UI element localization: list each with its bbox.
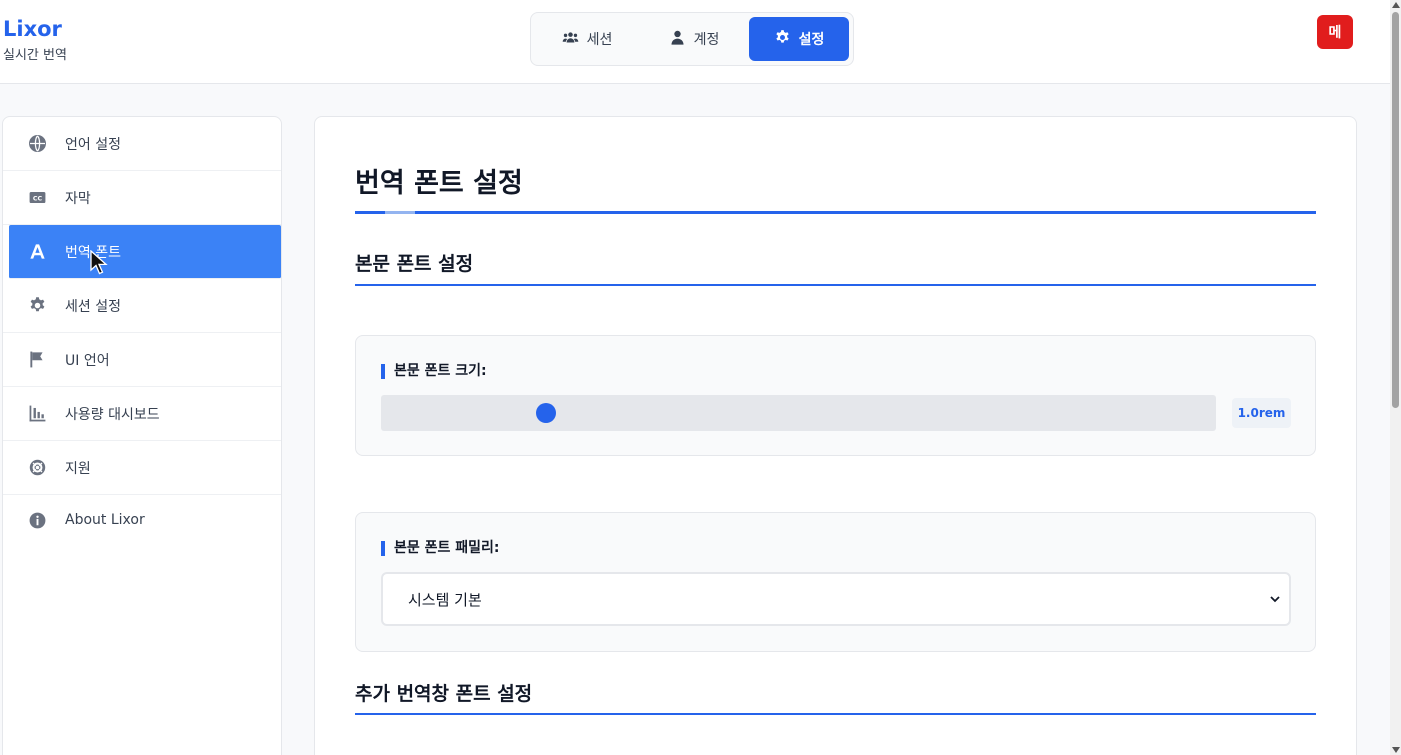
avatar[interactable]: 메 <box>1317 15 1353 49</box>
title-divider <box>355 211 1316 214</box>
font-size-card: 본문 폰트 크기: 1.0rem <box>355 335 1316 456</box>
sidebar-item-label: 세션 설정 <box>65 298 121 315</box>
flag-icon <box>26 349 48 371</box>
font-size-slider[interactable] <box>381 395 1216 431</box>
top-nav: 세션 계정 설정 <box>530 12 854 66</box>
gear-icon <box>26 295 48 317</box>
sidebar-item-label: 자막 <box>65 190 91 207</box>
lifebuoy-icon <box>26 457 48 479</box>
font-icon <box>26 241 48 263</box>
sidebar-item-label: About Lixor <box>65 512 145 528</box>
sidebar-item-session-settings[interactable]: 세션 설정 <box>3 279 281 333</box>
section-divider <box>355 713 1316 715</box>
font-family-selected-value: 시스템 기본 <box>408 590 482 609</box>
tab-account[interactable]: 계정 <box>639 17 749 61</box>
brand-name: Lixor <box>3 17 62 41</box>
section-title-body-font: 본문 폰트 설정 <box>355 253 474 275</box>
sidebar-item-about[interactable]: About Lixor <box>3 495 281 545</box>
settings-panel: 번역 폰트 설정 본문 폰트 설정 본문 폰트 크기: 1.0rem 본문 폰트… <box>314 116 1357 755</box>
page-title: 번역 폰트 설정 <box>355 168 523 199</box>
font-family-label: 본문 폰트 패밀리: <box>381 541 500 556</box>
font-family-card: 본문 폰트 패밀리: 시스템 기본 <box>355 512 1316 652</box>
sidebar-item-translation-font[interactable]: 번역 폰트 <box>9 225 281 279</box>
sidebar-item-label: UI 언어 <box>65 352 110 369</box>
users-icon <box>562 29 579 50</box>
sidebar-item-language[interactable]: 언어 설정 <box>3 117 281 171</box>
svg-text:CC: CC <box>32 195 42 202</box>
font-size-value: 1.0rem <box>1232 398 1291 428</box>
sidebar-item-ui-language[interactable]: UI 언어 <box>3 333 281 387</box>
scroll-up-arrow-icon[interactable] <box>1392 2 1400 8</box>
tab-sessions-label: 세션 <box>586 32 613 48</box>
sidebar-item-usage-dashboard[interactable]: 사용량 대시보드 <box>3 387 281 441</box>
scrollbar-thumb[interactable] <box>1392 12 1399 408</box>
info-icon <box>26 509 48 531</box>
sidebar-item-subtitles[interactable]: CC 자막 <box>3 171 281 225</box>
settings-sidebar: 언어 설정 CC 자막 번역 폰트 세션 설정 UI 언어 사용량 대시보드 지… <box>2 116 282 755</box>
section-title-extra-font: 추가 번역창 폰트 설정 <box>355 683 533 705</box>
tab-sessions[interactable]: 세션 <box>535 17 639 61</box>
closed-caption-icon: CC <box>26 187 48 209</box>
brand-subtitle: 실시간 번역 <box>3 48 67 63</box>
tab-settings-label: 설정 <box>798 32 825 48</box>
page-scrollbar[interactable] <box>1390 0 1401 755</box>
sidebar-item-label: 지원 <box>65 460 91 477</box>
user-icon <box>669 29 686 50</box>
tab-settings[interactable]: 설정 <box>749 17 849 61</box>
tab-account-label: 계정 <box>693 32 720 48</box>
bar-chart-icon <box>26 403 48 425</box>
chevron-down-icon <box>1270 596 1280 603</box>
font-family-select[interactable]: 시스템 기본 <box>381 572 1291 626</box>
mouse-cursor-icon <box>90 250 108 275</box>
section-divider <box>355 284 1316 286</box>
sidebar-item-label: 사용량 대시보드 <box>65 406 160 423</box>
app-header: Lixor 실시간 번역 세션 계정 설정 메 <box>0 0 1390 84</box>
scroll-down-arrow-icon[interactable] <box>1392 747 1400 753</box>
brand[interactable]: Lixor 실시간 번역 <box>3 16 67 63</box>
gear-icon <box>774 29 791 50</box>
sidebar-item-support[interactable]: 지원 <box>3 441 281 495</box>
font-size-label: 본문 폰트 크기: <box>381 364 487 379</box>
globe-icon <box>26 133 48 155</box>
sidebar-item-label: 언어 설정 <box>65 136 121 153</box>
font-size-slider-thumb[interactable] <box>536 403 556 423</box>
